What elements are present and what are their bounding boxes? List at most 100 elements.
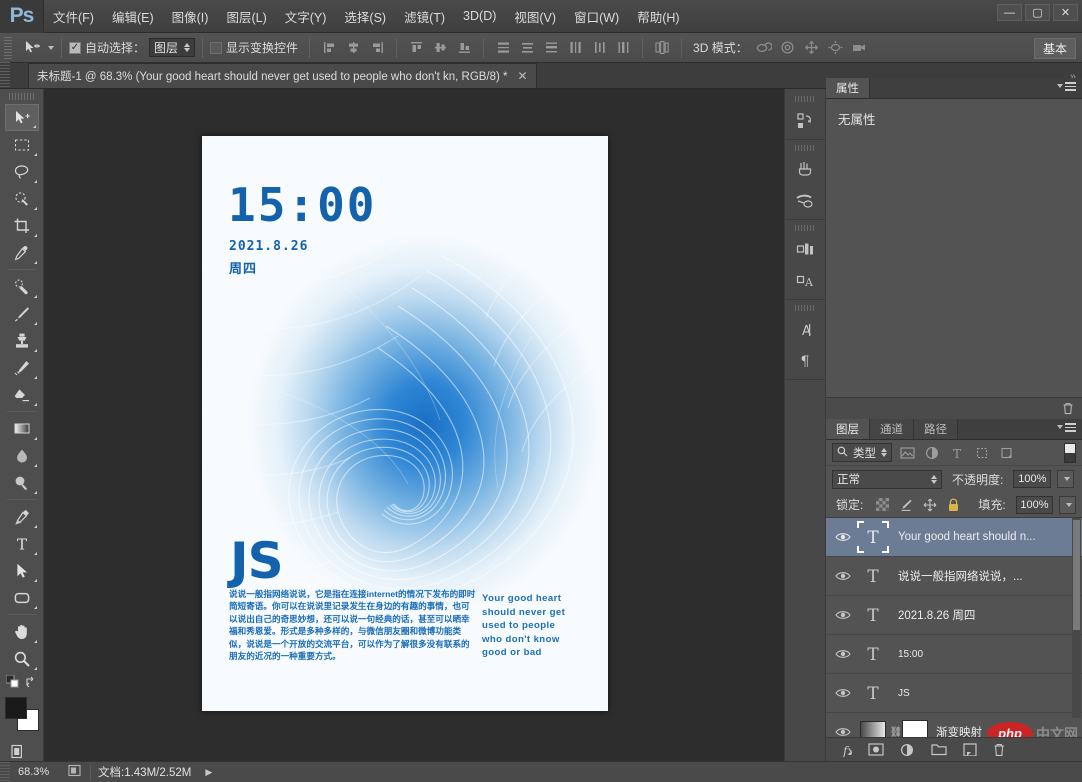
layer-filter-kind-select[interactable]: 类型 xyxy=(832,443,892,462)
distribute-horizontal-centers-icon[interactable] xyxy=(588,37,610,58)
current-tool-icon[interactable] xyxy=(17,37,45,59)
fill-dropdown-button[interactable] xyxy=(1059,495,1076,514)
layer-visibility-icon[interactable] xyxy=(830,609,856,621)
3d-pan-icon[interactable] xyxy=(801,37,823,58)
tab-properties[interactable]: 属性 xyxy=(826,78,870,98)
auto-select-scope-select[interactable]: 图层 xyxy=(149,38,196,57)
layer-name[interactable]: 15:00 xyxy=(898,649,923,660)
hand-tool[interactable] xyxy=(5,618,39,645)
layer-thumbnail[interactable]: T xyxy=(856,559,890,593)
pen-tool[interactable] xyxy=(5,503,39,530)
align-horizontal-centers-icon[interactable] xyxy=(342,37,364,58)
move-tool[interactable] xyxy=(4,104,39,131)
layer-name[interactable]: 2021.8.26 周四 xyxy=(898,607,975,623)
dodge-tool[interactable] xyxy=(5,469,39,496)
lasso-tool[interactable] xyxy=(5,158,39,185)
new-layer-icon[interactable] xyxy=(963,743,977,756)
table-row[interactable]: T 15:00 xyxy=(826,635,1082,674)
menu-window[interactable]: 窗口(W) xyxy=(565,0,628,33)
tab-paths[interactable]: 路径 xyxy=(914,419,958,439)
filter-adjustment-layers-icon[interactable] xyxy=(922,443,942,462)
zoom-level-input[interactable]: 68.3% xyxy=(18,764,68,780)
eyedropper-tool[interactable] xyxy=(5,239,39,266)
table-row[interactable]: T 说说一般指网络说说，... xyxy=(826,557,1082,596)
lock-transparent-pixels-icon[interactable] xyxy=(873,496,891,514)
add-layer-mask-icon[interactable] xyxy=(868,743,884,756)
3d-slide-icon[interactable] xyxy=(825,37,847,58)
show-transform-checkbox[interactable] xyxy=(210,41,223,54)
lock-position-icon[interactable] xyxy=(921,496,939,514)
blend-mode-select[interactable]: 正常 xyxy=(832,469,942,489)
layer-thumbnail[interactable]: T xyxy=(856,637,890,671)
layer-mask-link-icon[interactable]: ⛓ xyxy=(890,727,903,738)
distribute-left-edges-icon[interactable] xyxy=(564,37,586,58)
menu-3d[interactable]: 3D(D) xyxy=(454,0,505,33)
layer-style-fx-icon[interactable]: fx xyxy=(836,743,852,757)
swap-colors-icon[interactable] xyxy=(24,675,37,691)
filter-type-layers-icon[interactable]: T xyxy=(947,443,967,462)
document-tab[interactable]: 未标题-1 @ 68.3% (Your good heart should ne… xyxy=(28,63,537,88)
tab-bar-grip[interactable] xyxy=(0,62,10,88)
menu-help[interactable]: 帮助(H) xyxy=(628,0,688,33)
rail-grip[interactable] xyxy=(795,305,815,311)
layer-visibility-icon[interactable] xyxy=(830,648,856,660)
3d-orbit-icon[interactable] xyxy=(753,37,775,58)
document-tab-close-icon[interactable]: ✕ xyxy=(518,69,528,83)
brush-tool[interactable] xyxy=(5,300,39,327)
brush-presets-panel-icon[interactable] xyxy=(785,154,825,185)
options-bar-grip[interactable] xyxy=(4,36,12,59)
default-colors-icon[interactable] xyxy=(5,674,19,691)
filter-enable-toggle[interactable] xyxy=(1064,442,1076,463)
tool-preset-caret[interactable] xyxy=(48,45,54,50)
adjustments-panel-icon[interactable] xyxy=(785,234,825,265)
add-adjustment-layer-icon[interactable] xyxy=(900,743,915,757)
foreground-color-swatch[interactable] xyxy=(4,697,27,719)
layer-name[interactable]: 说说一般指网络说说，... xyxy=(898,568,1023,584)
align-left-edges-icon[interactable] xyxy=(318,37,340,58)
menu-layer[interactable]: 图层(L) xyxy=(217,0,275,33)
minimize-button[interactable]: — xyxy=(997,4,1022,21)
layer-visibility-icon[interactable] xyxy=(830,687,856,699)
layer-list-scrollbar[interactable] xyxy=(1072,518,1081,718)
history-panel-icon[interactable] xyxy=(785,105,825,136)
tab-channels[interactable]: 通道 xyxy=(870,419,914,439)
color-swatches[interactable] xyxy=(4,697,39,731)
align-top-edges-icon[interactable] xyxy=(405,37,427,58)
align-bottom-edges-icon[interactable] xyxy=(453,37,475,58)
3d-camera-icon[interactable] xyxy=(849,37,871,58)
filter-shape-layers-icon[interactable] xyxy=(972,443,992,462)
lock-all-icon[interactable] xyxy=(945,496,963,514)
align-vertical-centers-icon[interactable] xyxy=(429,37,451,58)
menu-filter[interactable]: 滤镜(T) xyxy=(395,0,454,33)
gradient-tool[interactable] xyxy=(5,415,39,442)
delete-layer-icon[interactable] xyxy=(993,743,1006,757)
document-info-icon[interactable] xyxy=(68,764,83,780)
table-row[interactable]: T Your good heart should n... xyxy=(826,518,1082,557)
layer-thumbnail[interactable]: T xyxy=(856,598,890,632)
type-tool[interactable]: T xyxy=(5,530,39,557)
rail-grip[interactable] xyxy=(795,145,815,151)
properties-panel-menu[interactable] xyxy=(1054,82,1076,91)
layer-name[interactable]: Your good heart should n... xyxy=(898,531,1036,543)
new-group-icon[interactable] xyxy=(931,743,947,756)
menu-view[interactable]: 视图(V) xyxy=(505,0,565,33)
layer-visibility-icon[interactable] xyxy=(830,570,856,582)
layer-visibility-icon[interactable] xyxy=(830,531,856,543)
tab-layers[interactable]: 图层 xyxy=(826,419,870,439)
filter-smart-objects-icon[interactable] xyxy=(997,443,1017,462)
layer-thumbnail[interactable]: T xyxy=(856,520,890,554)
distribute-top-edges-icon[interactable] xyxy=(492,37,514,58)
tools-panel-grip[interactable] xyxy=(8,93,35,100)
zoom-tool[interactable] xyxy=(5,645,39,672)
scrollbar-thumb[interactable] xyxy=(1073,520,1080,630)
status-popup-arrow[interactable]: ▶ xyxy=(205,767,212,778)
spot-healing-brush-tool[interactable] xyxy=(5,273,39,300)
rounded-rectangle-tool[interactable] xyxy=(5,584,39,611)
fill-input[interactable]: 100% xyxy=(1015,495,1054,514)
menu-file[interactable]: 文件(F) xyxy=(44,0,103,33)
close-button[interactable]: ✕ xyxy=(1053,4,1078,21)
menu-image[interactable]: 图像(I) xyxy=(163,0,218,33)
menu-edit[interactable]: 编辑(E) xyxy=(103,0,163,33)
quick-mask-toggle[interactable] xyxy=(5,739,39,763)
maximize-button[interactable]: ▢ xyxy=(1025,4,1050,21)
